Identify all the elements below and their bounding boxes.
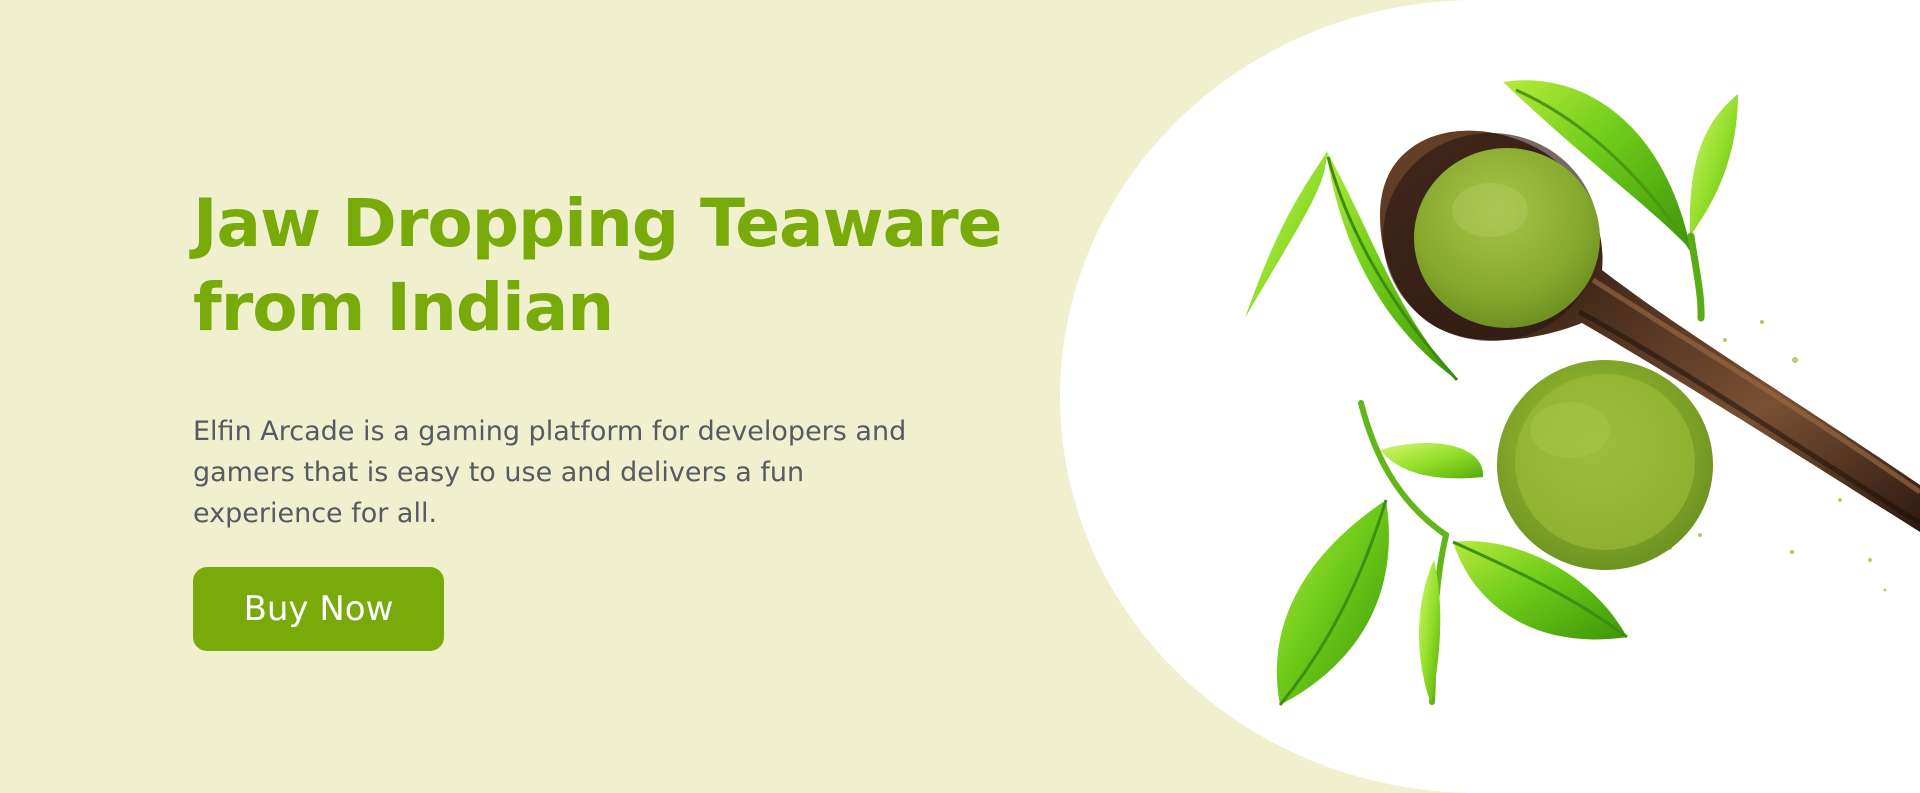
- hero-title-line-2: from Indian: [193, 269, 614, 346]
- hero-description: Elfin Arcade is a gaming platform for de…: [193, 416, 907, 529]
- hero-title-line-1: Jaw Dropping Teaware: [193, 185, 1002, 262]
- hero-content: Jaw Dropping Teaware from Indian Elfin A…: [193, 182, 1093, 534]
- buy-now-button[interactable]: Buy Now: [193, 567, 444, 651]
- matcha-tea-illustration: [1245, 80, 1920, 706]
- hero-banner: Jaw Dropping Teaware from Indian Elfin A…: [0, 0, 1920, 793]
- tea-image-panel: [1060, 0, 1920, 793]
- hero-title: Jaw Dropping Teaware from Indian: [193, 182, 1093, 350]
